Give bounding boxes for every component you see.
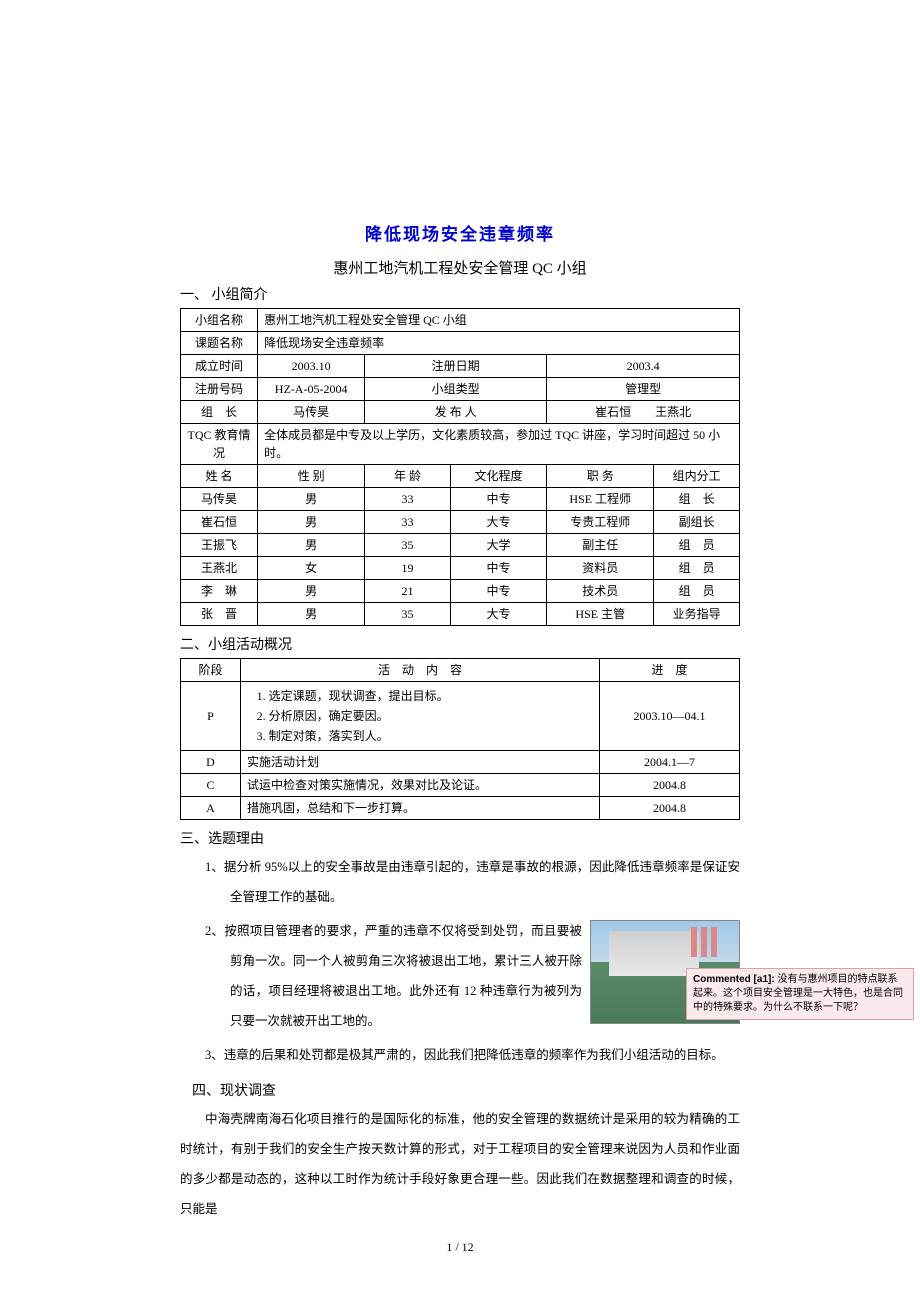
doc-title: 降低现场安全违章频率 (180, 220, 740, 245)
table-row: 小组名称惠州工地汽机工程处安全管理 QC 小组 (181, 309, 740, 332)
reason-item-3: 3、违章的后果和处罚都是极其严肃的，因此我们把降低违章的频率作为我们小组活动的目… (205, 1040, 740, 1070)
section-4-heading: 四、现状调查 (192, 1080, 740, 1100)
comment-label: Commented [a1]: (693, 974, 775, 985)
table-row: 注册号码HZ-A-05-2004小组类型管理型 (181, 378, 740, 401)
table-row: 王燕北女19中专资料员组 员 (181, 557, 740, 580)
table-row: A措施巩固，总结和下一步打算。2004.8 (181, 797, 740, 820)
comment-balloon[interactable]: Commented [a1]: 没有与惠州项目的特点联系起来。这个项目安全管理是… (686, 968, 914, 1020)
list-item: 分析原因，确定要因。 (269, 706, 593, 726)
table-row: 课题名称降低现场安全违章频率 (181, 332, 740, 355)
team-info-table: 小组名称惠州工地汽机工程处安全管理 QC 小组 课题名称降低现场安全违章频率 成… (180, 308, 740, 626)
section-3-heading: 三、选题理由 (180, 828, 740, 848)
table-row: D实施活动计划2004.1—7 (181, 751, 740, 774)
table-row: 张 晋男35大专HSE 主管业务指导 (181, 603, 740, 626)
list-item: 制定对策，落实到人。 (269, 726, 593, 746)
table-row: 崔石恒男33大专专责工程师副组长 (181, 511, 740, 534)
table-row: 马传昊男33中专HSE 工程师组 长 (181, 488, 740, 511)
table-row: P 选定课题，现状调查，提出目标。 分析原因，确定要因。 制定对策，落实到人。 … (181, 682, 740, 751)
table-row: 李 琳男21中专技术员组 员 (181, 580, 740, 603)
phase-p-list: 选定课题，现状调查，提出目标。 分析原因，确定要因。 制定对策，落实到人。 (247, 686, 593, 746)
table-row: 成立时间2003.10注册日期2003.4 (181, 355, 740, 378)
activity-table: 阶段活 动 内 容进 度 P 选定课题，现状调查，提出目标。 分析原因，确定要因… (180, 658, 740, 820)
table-row: 王振飞男35大学副主任组 员 (181, 534, 740, 557)
doc-subtitle: 惠州工地汽机工程处安全管理 QC 小组 (180, 257, 740, 278)
table-row: 组 长马传昊发 布 人崔石恒 王燕北 (181, 401, 740, 424)
status-paragraph: 中海壳牌南海石化项目推行的是国际化的标准，他的安全管理的数据统计是采用的较为精确… (180, 1104, 740, 1224)
section-1-heading: 一、 小组简介 (180, 284, 740, 304)
table-row: TQC 教育情况全体成员都是中专及以上学历，文化素质较高，参加过 TQC 讲座，… (181, 424, 740, 465)
table-row: C试运中检查对策实施情况，效果对比及论证。2004.8 (181, 774, 740, 797)
table-row: 姓 名性 别年 龄文化程度职 务组内分工 (181, 465, 740, 488)
list-item: 选定课题，现状调查，提出目标。 (269, 686, 593, 706)
table-row: 阶段活 动 内 容进 度 (181, 659, 740, 682)
section-2-heading: 二、小组活动概况 (180, 634, 740, 654)
reason-item-1: 1、据分析 95%以上的安全事故是由违章引起的，违章是事故的根源，因此降低违章频… (205, 852, 740, 912)
page-number: 1 / 12 (180, 1240, 740, 1255)
